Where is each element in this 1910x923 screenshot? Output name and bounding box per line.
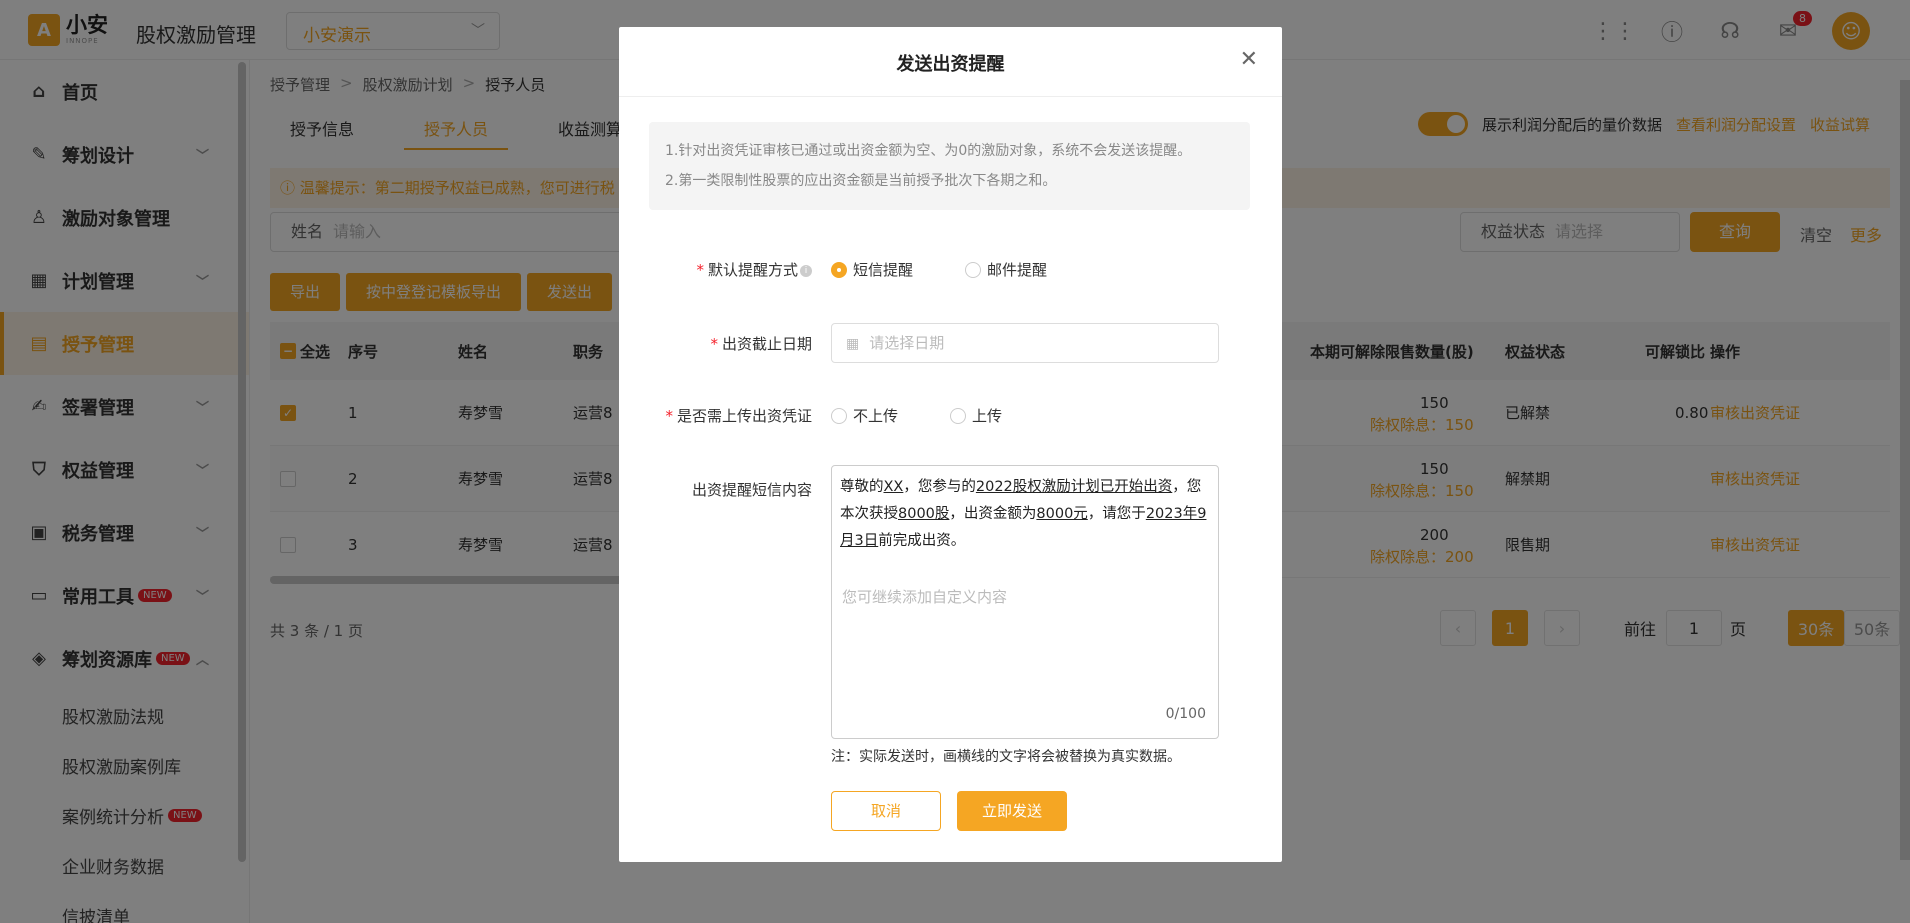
radio-circle (831, 407, 847, 424)
sms-content-textarea[interactable]: 尊敬的XX，您参与的2022股权激励计划已开始出资，您本次获授8000股，出资金… (831, 465, 1219, 739)
required-mark: * (710, 335, 718, 353)
send-now-button[interactable]: 立即发送 (957, 791, 1067, 831)
radio-circle (965, 261, 982, 278)
modal-title: 发送出资提醒 (896, 54, 1005, 75)
info-icon[interactable]: i (800, 264, 812, 277)
required-mark: * (665, 407, 673, 425)
modal-header: 发送出资提醒 ✕ (619, 27, 1282, 97)
deadline-date-input[interactable]: ▦ 请选择日期 (831, 323, 1219, 363)
method-radio-group: 短信提醒 邮件提醒 (831, 259, 1047, 280)
radio-upload[interactable]: 上传 (950, 405, 1002, 426)
required-mark: * (696, 261, 704, 279)
calendar-icon: ▦ (846, 336, 860, 352)
radio-sms[interactable]: 短信提醒 (831, 259, 913, 280)
close-icon[interactable]: ✕ (1240, 47, 1258, 72)
radio-email[interactable]: 邮件提醒 (965, 259, 1047, 280)
sms-char-count: 0/100 (1165, 706, 1206, 722)
radio-circle (831, 261, 847, 278)
send-reminder-modal: 发送出资提醒 ✕ 1.针对出资凭证审核已通过或出资金额为空、为0的激励对象，系统… (619, 27, 1282, 862)
cancel-button[interactable]: 取消 (831, 791, 941, 831)
replacement-note: 注：实际发送时，画横线的文字将会被替换为真实数据。 (831, 749, 1181, 765)
modal-tip: 1.针对出资凭证审核已通过或出资金额为空、为0的激励对象，系统不会发送该提醒。 … (649, 122, 1250, 210)
upload-radio-group: 不上传 上传 (831, 405, 1002, 426)
radio-circle (950, 407, 967, 424)
radio-no-upload[interactable]: 不上传 (831, 405, 898, 426)
sms-placeholder: 您可继续添加自定义内容 (842, 588, 1008, 606)
